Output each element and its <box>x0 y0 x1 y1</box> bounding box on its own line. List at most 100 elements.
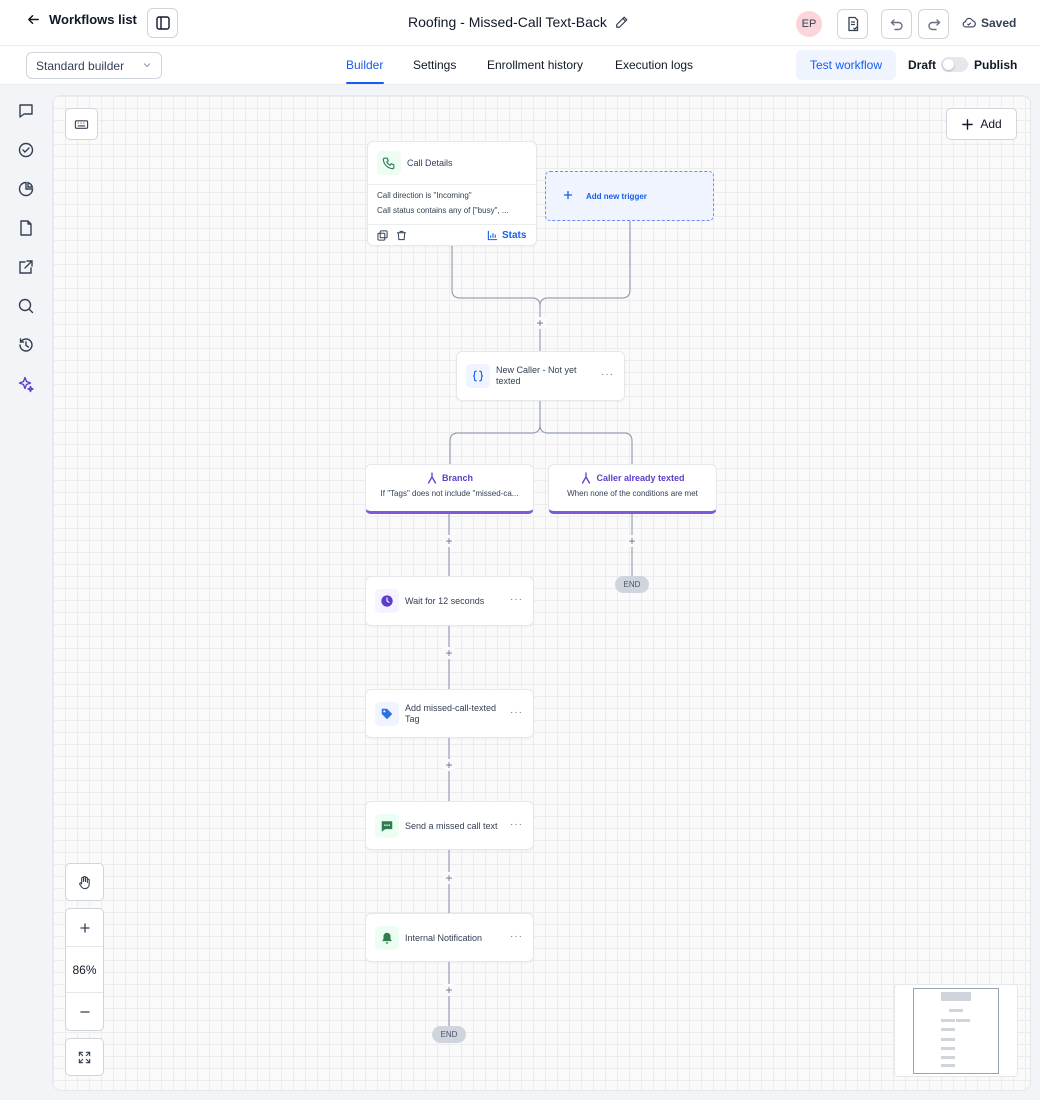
hand-icon <box>79 875 90 889</box>
redo-icon <box>927 19 940 31</box>
fit-view-button[interactable] <box>65 1038 104 1076</box>
minimap[interactable] <box>894 984 1018 1077</box>
tab-builder[interactable]: Builder <box>346 58 383 72</box>
condition-icon-box <box>466 364 490 388</box>
minimap-node <box>941 992 971 1001</box>
more-options-icon[interactable]: ··· <box>510 707 523 718</box>
more-options-icon[interactable]: ··· <box>510 819 523 830</box>
branch-title-text: Caller already texted <box>596 473 685 483</box>
action-node-internal-notification[interactable]: Internal Notification ··· <box>365 913 534 962</box>
chat-icon <box>19 104 33 118</box>
workflow-title[interactable]: Roofing - Missed-Call Text-Back <box>408 14 629 30</box>
rail-ai-button[interactable] <box>17 375 35 393</box>
tab-settings[interactable]: Settings <box>413 58 456 72</box>
action-node-wait[interactable]: Wait for 12 seconds ··· <box>365 576 534 626</box>
add-new-trigger-button[interactable]: Add new trigger <box>545 171 714 221</box>
branch-node[interactable]: Branch If "Tags" does not include "misse… <box>365 464 534 514</box>
add-trigger-label: Add new trigger <box>586 192 647 201</box>
add-button[interactable]: Add <box>946 108 1017 140</box>
trigger-icon-box <box>377 151 401 175</box>
tag-icon <box>381 708 393 720</box>
pencil-icon[interactable] <box>615 15 629 29</box>
workflow-canvas[interactable]: Add Call Details Call direction is "Inco… <box>53 96 1030 1090</box>
more-options-icon[interactable]: ··· <box>601 369 614 380</box>
builder-mode-value: Standard builder <box>36 59 125 73</box>
add-step-plus[interactable]: + <box>534 317 546 329</box>
zoom-level: 86% <box>66 947 103 992</box>
top-bar: Workflows list Roofing - Missed-Call Tex… <box>0 0 1040 46</box>
rail-external-button[interactable] <box>17 258 35 276</box>
arrow-left-icon <box>28 15 39 24</box>
zoom-in-button[interactable] <box>66 909 103 946</box>
add-step-plus[interactable]: + <box>443 647 455 659</box>
toggle-sidebar-button[interactable] <box>147 8 178 38</box>
zoom-controls: 86% <box>65 908 104 1031</box>
keyboard-shortcuts-button[interactable] <box>65 108 98 140</box>
bell-icon <box>382 932 392 944</box>
draft-label: Draft <box>908 58 937 72</box>
tab-enrollment-history[interactable]: Enrollment history <box>487 58 583 72</box>
condition-label-line: texted <box>496 376 521 386</box>
rail-analytics-button[interactable] <box>17 180 35 198</box>
rail-chat-button[interactable] <box>17 102 35 120</box>
branch-split-icon <box>582 472 591 484</box>
active-tab-indicator <box>346 82 384 84</box>
test-workflow-button[interactable]: Test workflow <box>796 50 896 80</box>
branch-title: Caller already texted <box>549 472 716 484</box>
branch-split-icon <box>427 472 437 484</box>
code-braces-icon <box>473 370 483 382</box>
add-label: Add <box>980 117 1002 131</box>
document-icon <box>20 220 32 236</box>
redo-button[interactable] <box>918 9 949 39</box>
branch-subtitle: When none of the conditions are met <box>567 489 698 498</box>
branch-title-text: Branch <box>441 473 473 483</box>
cloud-check-icon <box>962 17 976 28</box>
condition-node-new-caller[interactable]: New Caller - Not yet texted ··· <box>456 351 625 401</box>
undo-button[interactable] <box>881 9 912 39</box>
rail-tasks-button[interactable] <box>17 141 35 159</box>
connector-lines <box>448 221 633 1026</box>
rail-history-button[interactable] <box>17 336 35 354</box>
action-label: Wait for 12 seconds <box>405 596 485 606</box>
check-circle-icon <box>18 142 34 158</box>
stats-label: Stats <box>502 230 527 241</box>
add-step-plus[interactable]: + <box>626 535 638 547</box>
builder-mode-select[interactable]: Standard builder <box>26 52 162 79</box>
action-label: Send a missed call text <box>405 821 498 831</box>
tab-execution-logs[interactable]: Execution logs <box>615 58 693 72</box>
pan-mode-button[interactable] <box>65 863 104 901</box>
undo-icon <box>890 19 903 31</box>
more-options-icon[interactable]: ··· <box>510 594 523 605</box>
trash-icon[interactable] <box>396 230 407 241</box>
plus-icon <box>79 922 90 933</box>
sparkle-icon <box>18 376 34 393</box>
pie-chart-icon <box>18 181 34 197</box>
minus-icon <box>79 1010 90 1013</box>
back-to-workflows-link[interactable]: Workflows list <box>26 12 137 27</box>
trigger-node-call-details[interactable]: Call Details Call direction is "Incoming… <box>367 141 537 246</box>
add-step-plus[interactable]: + <box>443 759 455 771</box>
copy-icon[interactable] <box>377 230 388 241</box>
notes-button[interactable] <box>837 9 868 39</box>
condition-label-line: New Caller - Not yet <box>496 365 577 375</box>
branch-node-caller-already-texted[interactable]: Caller already texted When none of the c… <box>548 464 717 514</box>
rail-documents-button[interactable] <box>17 219 35 237</box>
external-link-icon <box>19 260 33 274</box>
zoom-out-button[interactable] <box>66 993 103 1030</box>
add-step-plus[interactable]: + <box>443 984 455 996</box>
add-step-plus[interactable]: + <box>443 535 455 547</box>
action-icon-box <box>375 589 399 613</box>
publish-toggle[interactable] <box>941 57 968 72</box>
trigger-condition: Call status contains any of ["busy", ... <box>377 206 509 215</box>
action-label: Add missed-call-texted Tag <box>405 703 496 725</box>
avatar[interactable]: EP <box>796 11 822 37</box>
action-node-send-sms[interactable]: Send a missed call text ··· <box>365 801 534 850</box>
add-step-plus[interactable]: + <box>443 872 455 884</box>
action-node-add-tag[interactable]: Add missed-call-texted Tag ··· <box>365 689 534 738</box>
stats-link[interactable]: Stats <box>487 230 526 241</box>
sms-icon <box>381 821 393 832</box>
action-icon-box <box>375 702 399 726</box>
rail-search-button[interactable] <box>17 297 35 315</box>
clock-icon <box>381 595 393 607</box>
more-options-icon[interactable]: ··· <box>510 931 523 942</box>
